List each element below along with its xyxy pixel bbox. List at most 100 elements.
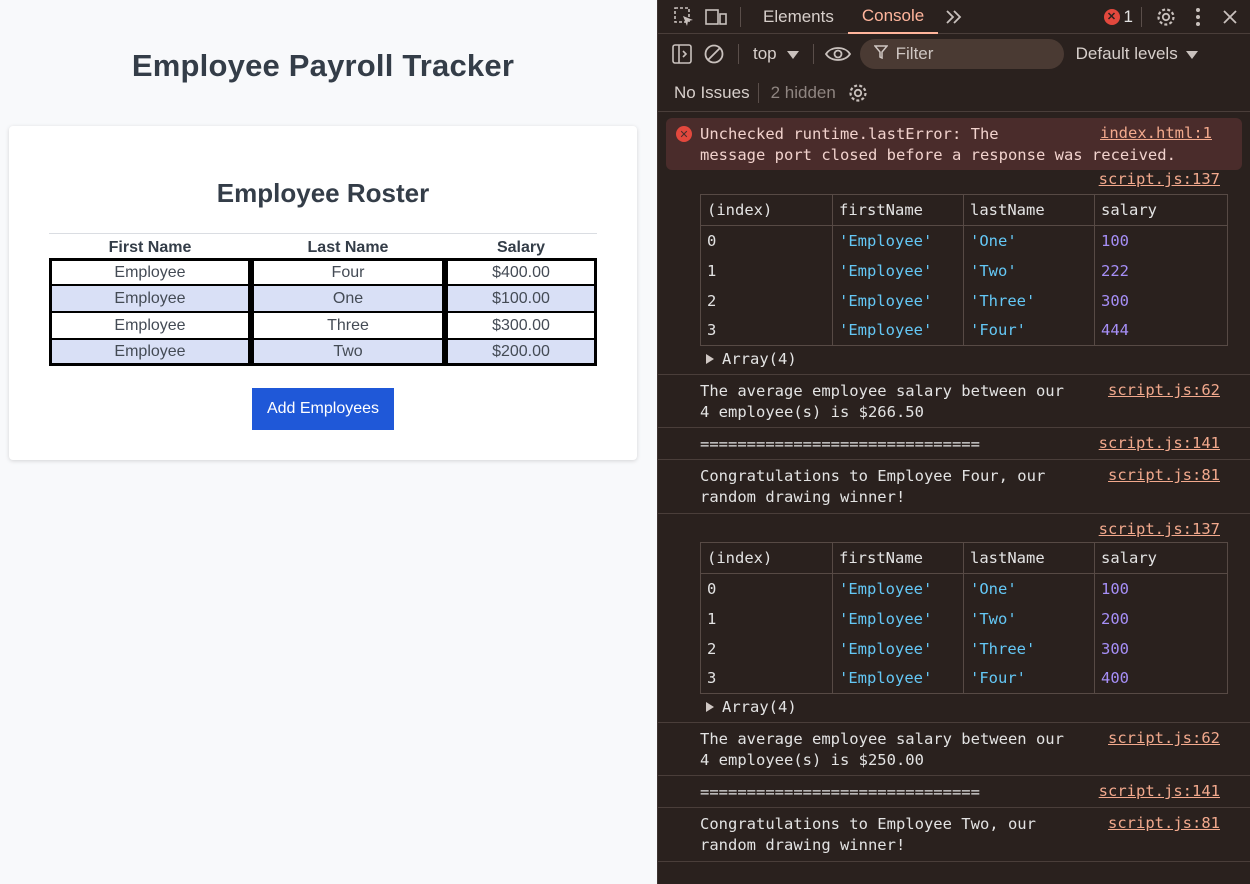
error-icon: ✕ [676,126,692,142]
page-title: Employee Payroll Tracker [131,48,515,83]
table-row: Employee Three $300.00 [49,312,597,339]
last-name-cell: Four [251,258,445,285]
array-expand-toggle[interactable]: Array(4) [700,346,1220,372]
number-cell: 100 [1094,573,1228,604]
source-link[interactable]: script.js:81 [1108,814,1220,832]
context-select[interactable]: top [747,44,805,64]
console-log-message: script.js:62 The average employee salary… [658,723,1250,776]
source-link[interactable]: script.js:62 [1108,729,1220,747]
last-name-cell: Three [251,312,445,339]
table-row: 2 'Employee' 'Three' 300 [700,285,1228,316]
column-first-name[interactable]: First Name [49,234,251,258]
source-link[interactable]: script.js:137 [1099,520,1220,538]
string-cell: 'One' [963,573,1095,604]
number-cell: 200 [1094,603,1228,634]
first-name-cell: Employee [49,258,251,285]
console-table-heading[interactable]: firstName [832,542,964,574]
table-header-row: First Name Last Name Salary [49,234,597,258]
source-link[interactable]: script.js:141 [1099,434,1220,452]
source-link[interactable]: index.html:1 [1100,124,1212,142]
console-table: (index) firstName lastName salary 0 'Emp… [700,194,1228,346]
console-table-heading[interactable]: lastName [963,194,1095,226]
log-levels-select[interactable]: Default levels [1076,44,1198,64]
tab-console[interactable]: Console [847,0,939,34]
console-messages: ✕ index.html:1 Unchecked runtime.lastErr… [658,118,1250,862]
last-name-cell: One [251,285,445,312]
app-page: Employee Payroll Tracker Employee Roster… [0,0,657,884]
error-count: 1 [1123,6,1133,26]
console-toolbar: top Filter Default levels [658,34,1250,74]
string-cell: 'Employee' [832,285,964,316]
source-link[interactable]: script.js:137 [1099,170,1220,188]
roster-card: Employee Roster First Name Last Name Sal… [9,126,637,460]
filter-placeholder: Filter [895,44,934,63]
console-table-heading[interactable]: salary [1094,542,1228,574]
table-row: 1 'Employee' 'Two' 200 [700,603,1228,634]
settings-gear-icon[interactable] [1150,1,1182,33]
console-table: (index) firstName lastName salary 0 'Emp… [700,542,1228,694]
number-cell: 222 [1094,255,1228,286]
issues-separator [757,82,759,103]
column-salary[interactable]: Salary [445,234,597,258]
tab-separator [740,6,741,27]
roster-table-wrap: First Name Last Name Salary Employee Fou… [49,233,597,366]
no-issues-label[interactable]: No Issues [674,83,750,103]
tab-elements[interactable]: Elements [749,0,848,34]
console-table-heading[interactable]: salary [1094,194,1228,226]
clear-console-icon[interactable] [698,38,730,70]
table-row: 1 'Employee' 'Two' 222 [700,255,1228,286]
dropdown-arrow-icon [786,44,799,64]
table-row: Employee One $100.00 [49,285,597,312]
string-cell: 'Employee' [832,255,964,286]
index-cell: 3 [700,663,833,694]
first-name-cell: Employee [49,339,251,366]
column-last-name[interactable]: Last Name [251,234,445,258]
more-tabs-chevron-icon[interactable] [938,1,970,33]
number-cell: 300 [1094,285,1228,316]
source-link[interactable]: script.js:141 [1099,782,1220,800]
live-expression-eye-icon[interactable] [822,38,854,70]
string-cell: 'Employee' [832,663,964,694]
salary-cell: $200.00 [445,339,597,366]
toolbar-separator [738,44,739,64]
filter-input[interactable]: Filter [859,39,1064,69]
source-link[interactable]: script.js:81 [1108,466,1220,484]
console-table-heading[interactable]: lastName [963,542,1095,574]
expand-triangle-icon [706,702,714,712]
table-row: 3 'Employee' 'Four' 444 [700,315,1228,346]
console-table-heading[interactable]: (index) [700,194,833,226]
console-log-message: script.js:81 Congratulations to Employee… [658,460,1250,514]
log-levels-value: Default levels [1075,44,1178,63]
number-cell: 400 [1094,663,1228,694]
table-row: 0 'Employee' 'One' 100 [700,225,1228,256]
console-log-message: script.js:141 ==========================… [658,428,1250,460]
add-employees-button[interactable]: Add Employees [252,388,394,430]
console-table-heading[interactable]: firstName [832,194,964,226]
string-cell: 'Three' [963,633,1095,664]
source-link[interactable]: script.js:62 [1108,381,1220,399]
roster-title: Employee Roster [216,178,430,208]
console-table-heading[interactable]: (index) [700,542,833,574]
devtools-tab-bar: Elements Console ✕ 1 [658,0,1250,34]
console-table-header: (index) firstName lastName salary [700,542,1228,574]
string-cell: 'Employee' [832,315,964,346]
sidebar-toggle-icon[interactable] [666,38,698,70]
index-cell: 1 [700,603,833,634]
array-expand-toggle[interactable]: Array(4) [700,694,1220,720]
console-error-message: ✕ index.html:1 Unchecked runtime.lastErr… [666,118,1242,170]
more-options-kebab-icon[interactable] [1182,1,1214,33]
string-cell: 'Three' [963,285,1095,316]
device-toolbar-icon[interactable] [700,1,732,33]
string-cell: 'One' [963,225,1095,256]
string-cell: 'Employee' [832,225,964,256]
close-devtools-icon[interactable] [1214,1,1246,33]
console-log-message: script.js:141 ==========================… [658,776,1250,808]
error-count-badge[interactable]: ✕ 1 [1103,6,1133,27]
inspect-element-icon[interactable] [668,1,700,33]
first-name-cell: Employee [49,312,251,339]
table-row: Employee Two $200.00 [49,339,597,366]
string-cell: 'Two' [963,603,1095,634]
console-settings-gear-icon[interactable] [842,77,874,109]
array-label: Array(4) [722,350,797,368]
index-cell: 2 [700,633,833,664]
